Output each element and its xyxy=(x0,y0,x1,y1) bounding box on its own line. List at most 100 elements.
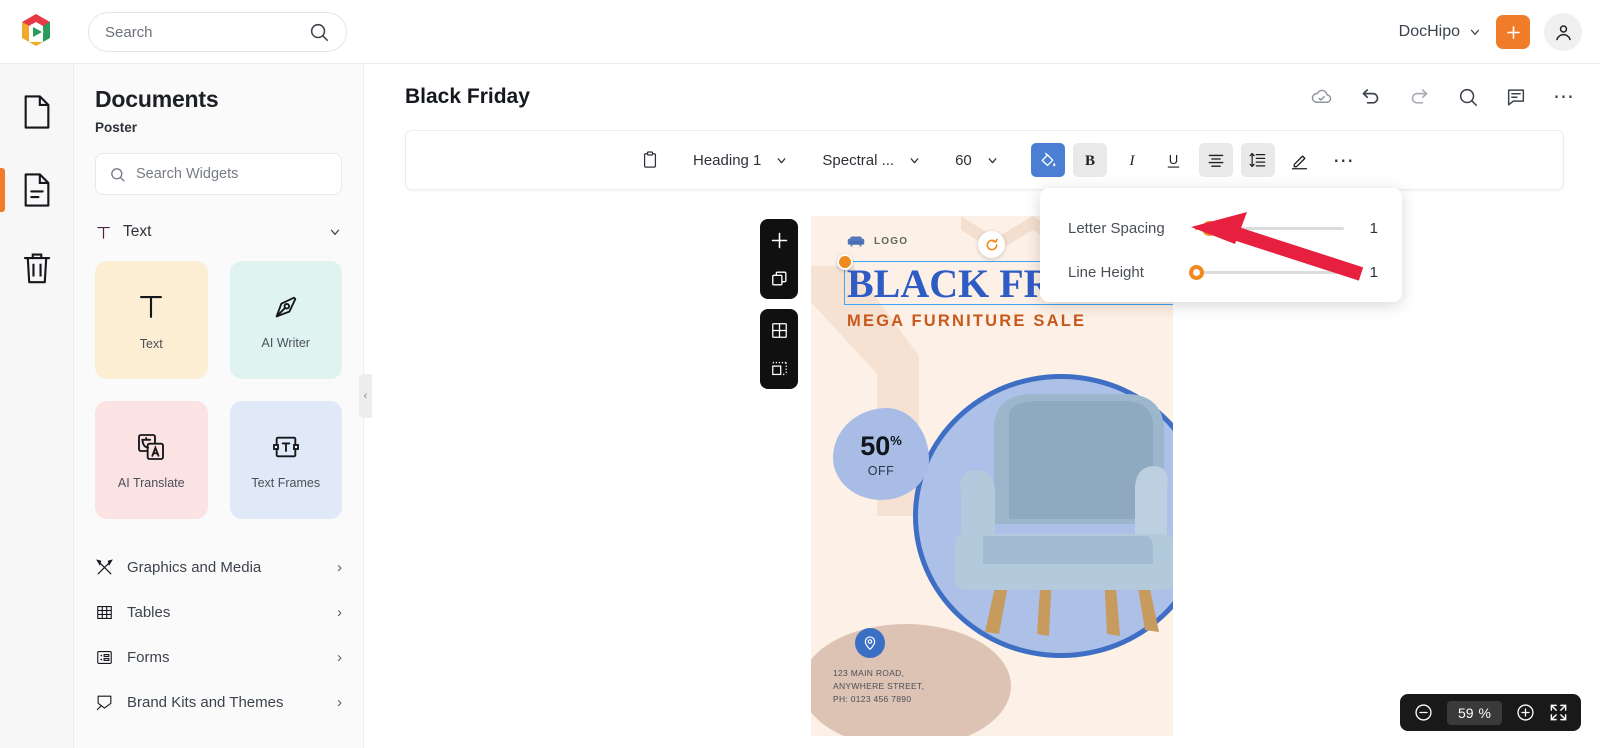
line-spacing-icon xyxy=(1249,152,1266,168)
sidebar-item-graphics-and-media[interactable]: Graphics and Media › xyxy=(95,545,342,590)
address-line: 123 MAIN ROAD, xyxy=(833,668,905,678)
line-height-thumb[interactable] xyxy=(1188,264,1204,280)
zoom-in-button[interactable] xyxy=(1515,702,1536,723)
sidebar-item-label: Forms xyxy=(127,649,170,666)
font-size-select[interactable]: 60 xyxy=(945,152,1009,169)
italic-button[interactable]: I xyxy=(1115,143,1149,177)
zoom-out-button[interactable] xyxy=(1413,702,1434,723)
undo-button[interactable] xyxy=(1359,85,1382,108)
paragraph-style-select[interactable]: Heading 1 xyxy=(683,152,798,169)
doc-type-label: Poster xyxy=(95,120,138,135)
highlighter-pen-icon xyxy=(1292,154,1308,169)
add-page-button[interactable] xyxy=(768,229,790,251)
search-icon[interactable] xyxy=(1457,86,1479,108)
poster-logo[interactable]: LOGO xyxy=(847,234,908,248)
text-frame-icon xyxy=(272,436,299,457)
comment-icon[interactable] xyxy=(1505,86,1527,108)
widget-card-ai-writer[interactable]: AI Writer xyxy=(229,261,342,379)
widget-card-label: AI Writer xyxy=(261,335,310,350)
chevron-down-icon[interactable] xyxy=(328,225,342,239)
widget-panel: Documents Poster Text Text xyxy=(74,64,364,748)
document-title[interactable]: Black Friday xyxy=(405,85,530,109)
bold-button[interactable]: B xyxy=(1072,143,1107,177)
sidebar-item-forms[interactable]: Forms › xyxy=(95,635,342,680)
discount-percent: % xyxy=(890,432,902,448)
spacing-popup: Letter Spacing 1 Line Height 1 xyxy=(1040,188,1402,302)
page-icon xyxy=(24,95,49,129)
translate-icon xyxy=(138,433,165,460)
rail-item-documents[interactable] xyxy=(0,86,74,138)
dochipo-logo-icon[interactable] xyxy=(14,10,58,54)
graphics-media-icon xyxy=(96,559,113,575)
search-input[interactable] xyxy=(105,23,308,41)
clipboard-icon[interactable] xyxy=(631,141,669,179)
highlighter-button[interactable] xyxy=(1283,143,1317,177)
search-widgets-input[interactable] xyxy=(136,166,328,182)
top-bar: DocHipo xyxy=(0,0,1600,64)
font-family-select[interactable]: Spectral ... xyxy=(812,152,931,169)
section-text-header[interactable]: Text xyxy=(95,217,342,247)
editor-area: Black Friday ⋯ Heading 1 Spectral ... 60… xyxy=(364,64,1600,748)
widget-card-text-frames[interactable]: Text Frames xyxy=(229,401,342,519)
more-options-icon[interactable]: ⋯ xyxy=(1553,84,1575,109)
rotate-handle[interactable] xyxy=(978,231,1005,258)
widget-card-ai-translate[interactable]: AI Translate xyxy=(95,401,208,519)
page-title: Documents xyxy=(95,86,219,112)
sidebar-item-label: Tables xyxy=(127,604,171,621)
align-button[interactable] xyxy=(1198,143,1233,177)
workspace-selector[interactable]: DocHipo xyxy=(1399,23,1482,41)
redo-button[interactable] xyxy=(1408,85,1431,108)
sidebar-item-label: Graphics and Media xyxy=(127,559,262,576)
position-snap-button[interactable] xyxy=(768,357,790,379)
fill-color-button[interactable] xyxy=(1030,143,1065,177)
text-t-icon xyxy=(140,295,163,318)
poster-subheadline[interactable]: MEGA FURNITURE SALE xyxy=(847,312,1086,331)
bold-icon: B xyxy=(1085,153,1095,169)
widget-search[interactable] xyxy=(95,153,342,195)
discount-number: 50 xyxy=(860,430,891,461)
widget-card-text[interactable]: Text xyxy=(95,261,208,379)
fullscreen-button[interactable] xyxy=(1549,703,1568,722)
discount-badge[interactable]: 50% OFF xyxy=(833,408,929,500)
poster-logo-text: LOGO xyxy=(874,235,909,247)
letter-spacing-slider[interactable] xyxy=(1194,220,1344,236)
create-button[interactable] xyxy=(1496,15,1530,49)
cloud-check-icon[interactable] xyxy=(1310,85,1333,108)
text-t-icon xyxy=(97,226,110,239)
chevron-down-icon xyxy=(910,157,919,163)
duplicate-page-button[interactable] xyxy=(768,267,790,289)
canvas-tools xyxy=(760,219,798,399)
account-avatar[interactable] xyxy=(1544,13,1582,51)
global-search[interactable] xyxy=(88,12,347,52)
widget-card-label: Text Frames xyxy=(251,475,321,490)
zoom-unit: % xyxy=(1478,704,1491,721)
grid-view-button[interactable] xyxy=(768,319,790,341)
topbar-right-group: DocHipo xyxy=(1399,0,1582,64)
poster-address-block[interactable]: 123 MAIN ROAD, ANYWHERE STREET, PH: 0123… xyxy=(833,628,924,707)
line-spacing-button[interactable] xyxy=(1240,143,1275,177)
rail-item-trash[interactable] xyxy=(0,242,74,294)
plus-icon xyxy=(1506,25,1520,39)
left-rail xyxy=(0,64,74,748)
form-icon xyxy=(97,651,112,664)
search-icon xyxy=(111,167,125,182)
widget-card-label: Text xyxy=(139,336,163,351)
selection-handle[interactable] xyxy=(837,254,853,270)
underline-button[interactable]: U xyxy=(1157,143,1191,177)
format-toolbar: Heading 1 Spectral ... 60 B I U ⋯ xyxy=(405,130,1564,190)
sidebar-item-tables[interactable]: Tables › xyxy=(95,590,342,635)
sidebar-item-label: Brand Kits and Themes xyxy=(127,694,284,711)
chevron-right-icon: › xyxy=(337,694,342,711)
search-icon[interactable] xyxy=(308,21,330,43)
sidebar-item-brand-kits-and-themes[interactable]: Brand Kits and Themes › xyxy=(95,680,342,725)
toolbar-more-button[interactable]: ⋯ xyxy=(1333,148,1355,173)
zoom-level[interactable]: 59 % xyxy=(1446,700,1502,725)
letter-spacing-thumb[interactable] xyxy=(1202,220,1218,236)
line-height-slider[interactable] xyxy=(1188,264,1344,280)
letter-spacing-value: 1 xyxy=(1369,219,1378,237)
chevron-down-icon xyxy=(1470,29,1480,35)
panel-collapse-handle[interactable]: ‹ xyxy=(359,374,372,418)
rail-item-templates[interactable] xyxy=(0,164,74,216)
canvas-tool-group-layout xyxy=(760,309,798,389)
chevron-right-icon: › xyxy=(337,604,342,621)
